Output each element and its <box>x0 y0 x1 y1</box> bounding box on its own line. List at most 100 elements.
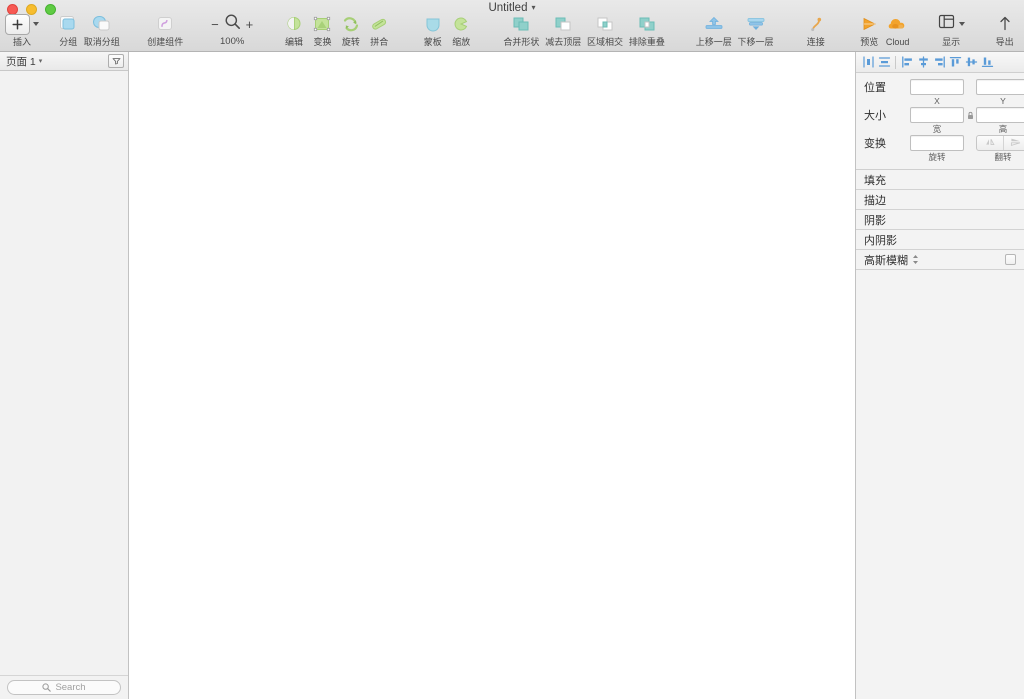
group-icon <box>57 13 79 35</box>
spacer <box>964 136 976 152</box>
inspector-section-fill[interactable]: 填充 <box>856 170 1024 190</box>
toolbar-item-create-symbol[interactable]: 创建组件 <box>146 13 184 48</box>
flip-group: 翻转 <box>976 135 1024 162</box>
flip-vertical-button[interactable] <box>1003 136 1024 150</box>
align-bottom-icon[interactable] <box>979 54 995 71</box>
search-icon <box>42 679 51 697</box>
rotation-sublabel: 旋转 <box>928 152 945 162</box>
toolbar-item-difference[interactable]: 排除重叠 <box>626 13 668 48</box>
view-dropdown-caret-icon[interactable] <box>959 22 965 26</box>
sketch-window: Untitled▾ 插入 <box>0 0 1024 699</box>
blur-label: 高斯模糊 <box>864 252 908 268</box>
position-y-input[interactable] <box>976 79 1024 95</box>
page-selector[interactable]: 页面 1 ▾ <box>6 54 42 69</box>
toolbar-item-intersect[interactable]: 区域相交 <box>584 13 626 48</box>
lock-icon <box>967 107 974 125</box>
toolbar-item-connect[interactable]: 连接 <box>802 13 830 48</box>
blur-enabled-checkbox[interactable] <box>1005 254 1016 265</box>
toolbar-item-export[interactable]: 导出 <box>990 13 1018 48</box>
magnifier-icon[interactable] <box>224 13 241 35</box>
height-input[interactable] <box>976 107 1024 123</box>
distribute-vertical-icon[interactable] <box>876 54 892 71</box>
aspect-lock-button[interactable] <box>964 108 976 124</box>
edit-shape-icon <box>283 13 305 35</box>
toolbar-item-label: 取消分组 <box>84 37 120 48</box>
toolbar-item-label: 变换 <box>313 37 331 48</box>
align-center-vertical-icon[interactable] <box>963 54 979 71</box>
toolbar-item-label: 蒙板 <box>424 37 442 48</box>
scale-icon <box>450 13 472 35</box>
flip-horizontal-button[interactable] <box>977 136 1003 150</box>
toolbar-item-move-backward[interactable]: 下移一层 <box>735 13 777 48</box>
search-input[interactable]: Search <box>55 682 85 693</box>
layer-list[interactable] <box>0 71 128 675</box>
toolbar-item-preview[interactable]: 预览 <box>855 13 883 48</box>
inspector-section-inner-shadow[interactable]: 内阴影 <box>856 230 1024 250</box>
align-right-icon[interactable] <box>931 54 947 71</box>
toolbar-item-label: 预览 <box>860 37 878 48</box>
rotation-input[interactable] <box>910 135 964 151</box>
rotation-group: 旋转 <box>910 135 964 162</box>
toolbar-item-label: 导出 <box>996 37 1014 48</box>
toolbar-item-zoom[interactable]: − + 100% <box>210 13 255 47</box>
toolbar-item-rotate[interactable]: 旋转 <box>337 13 365 48</box>
play-triangle-icon <box>858 13 880 35</box>
blur-type-stepper[interactable] <box>912 254 919 265</box>
ungroup-icon <box>91 13 113 35</box>
boolean-union-icon <box>510 13 532 35</box>
canvas[interactable] <box>129 52 856 699</box>
zoom-out-button[interactable]: − <box>211 18 219 31</box>
mask-icon <box>422 13 444 35</box>
toolbar-item-mask[interactable]: 蒙板 <box>419 13 447 48</box>
distribute-horizontal-icon[interactable] <box>860 54 876 71</box>
width-input[interactable] <box>910 107 964 123</box>
plus-square-icon <box>5 14 30 35</box>
search-bar: Search <box>0 675 128 699</box>
toolbar-item-transform[interactable]: 变换 <box>308 13 336 48</box>
insert-dropdown-caret-icon[interactable] <box>33 22 39 26</box>
toolbar-item-label: 拼合 <box>370 37 388 48</box>
toolbar-item-cloud[interactable]: Cloud <box>883 13 911 48</box>
border-label: 描边 <box>864 192 886 208</box>
connect-icon <box>805 13 827 35</box>
toolbar-item-flatten[interactable]: 拼合 <box>365 13 393 48</box>
toolbar-item-move-forward[interactable]: 上移一层 <box>693 13 735 48</box>
position-x-group: X <box>910 79 964 106</box>
chevron-down-icon: ▾ <box>531 3 535 12</box>
toolbar-item-label: 下移一层 <box>738 37 774 48</box>
insert-glyph <box>5 13 39 35</box>
spacer <box>964 80 976 96</box>
layer-filter-button[interactable] <box>108 54 124 68</box>
toolbar-divider <box>895 56 896 69</box>
inspector-empty-area <box>856 270 1024 699</box>
align-left-icon[interactable] <box>899 54 915 71</box>
toolbar-item-ungroup[interactable]: 取消分组 <box>82 13 120 48</box>
position-x-sublabel: X <box>934 96 940 106</box>
search-field[interactable]: Search <box>7 680 121 695</box>
toolbar-item-insert[interactable]: 插入 <box>5 13 39 48</box>
toolbar-item-label: 创建组件 <box>147 37 183 48</box>
toolbar-item-view[interactable]: 显示 <box>937 13 965 48</box>
position-x-input[interactable] <box>910 79 964 95</box>
align-center-horizontal-icon[interactable] <box>915 54 931 71</box>
zoom-in-button[interactable]: + <box>246 18 254 31</box>
toolbar-item-group[interactable]: 分组 <box>54 13 82 48</box>
toolbar-item-subtract[interactable]: 减去顶层 <box>542 13 584 48</box>
size-height-group: 高 <box>976 107 1024 134</box>
inspector-section-border[interactable]: 描边 <box>856 190 1024 210</box>
toolbar-item-label: 插入 <box>13 37 31 48</box>
height-sublabel: 高 <box>999 124 1008 134</box>
inspector-section-blur[interactable]: 高斯模糊 <box>856 250 1024 270</box>
toolbar-item-label: 排除重叠 <box>629 37 665 48</box>
toolbar-item-union[interactable]: 合并形状 <box>501 13 543 48</box>
align-top-icon[interactable] <box>947 54 963 71</box>
page-label: 页面 1 <box>6 54 36 69</box>
toolbar-item-edit[interactable]: 编辑 <box>280 13 308 48</box>
inspector-section-shadow[interactable]: 阴影 <box>856 210 1024 230</box>
fill-label: 填充 <box>864 172 886 188</box>
toolbar-item-scale[interactable]: 缩放 <box>447 13 475 48</box>
flatten-icon <box>368 13 390 35</box>
inspector-panel: 位置 X Y 大小 宽 <box>856 52 1024 699</box>
boolean-subtract-icon <box>552 13 574 35</box>
size-row: 大小 宽 <box>856 107 1024 135</box>
